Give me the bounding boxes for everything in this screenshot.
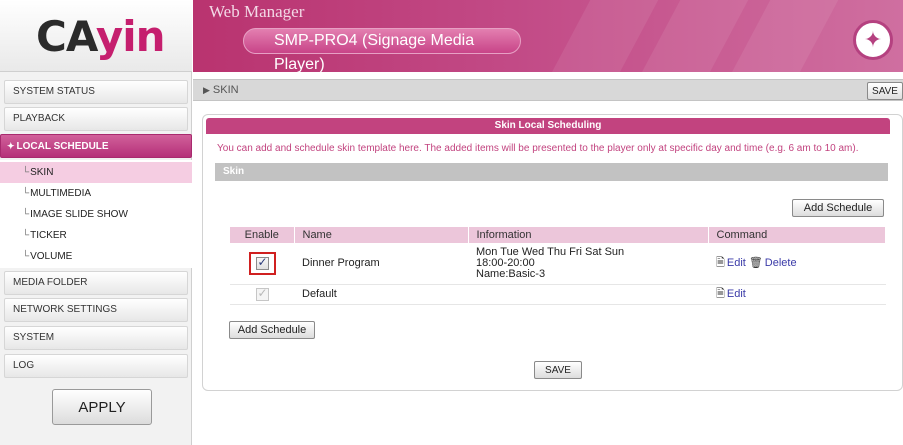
sidebar-item-label: MEDIA FOLDER: [13, 277, 88, 288]
add-schedule-button-top[interactable]: Add Schedule: [792, 199, 884, 217]
sidebar-subitem-skin[interactable]: └SKIN: [0, 162, 192, 183]
sidebar-subitem-ticker[interactable]: └TICKER: [0, 225, 192, 246]
sidebar-item-local-schedule[interactable]: ✦ LOCAL SCHEDULE: [0, 134, 192, 158]
sidebar-subitem-label: IMAGE SLIDE SHOW: [30, 209, 128, 220]
trash-icon: 🗑: [748, 256, 763, 269]
edit-icon: 🗎: [716, 256, 725, 269]
command-cell: 🗎 Edit: [708, 284, 886, 305]
sidebar-item-label: SYSTEM STATUS: [13, 86, 95, 97]
panel-title: Skin Local Scheduling: [206, 118, 890, 134]
sidebar-item-network-settings[interactable]: NETWORK SETTINGS: [4, 298, 188, 322]
check-icon: ✓: [257, 254, 268, 269]
sidebar-item-label: LOG: [13, 360, 35, 371]
product-name: SMP-PRO4 (Signage Media Player): [243, 28, 521, 72]
panel-description: You can add and schedule skin template h…: [217, 143, 859, 154]
enable-cell: ✓: [230, 284, 294, 305]
command-cell: 🗎 Edit 🗑 Delete: [708, 243, 886, 285]
sidebar-item-system[interactable]: SYSTEM: [4, 326, 188, 350]
tree-branch-icon: └: [22, 209, 30, 220]
enable-checkbox[interactable]: ✓: [255, 254, 269, 270]
table-row: ✓ Dinner Program Mon Tue Wed Thu Fri Sat…: [230, 243, 886, 285]
logo-text-accent: yin: [95, 12, 166, 61]
sidebar-item-log[interactable]: LOG: [4, 354, 188, 378]
sidebar-item-system-status[interactable]: SYSTEM STATUS: [4, 80, 188, 104]
star-icon: ✦: [7, 141, 15, 151]
app-window: CAyin SYSTEM STATUS PLAYBACK ✦ LOCAL SCHE…: [0, 0, 903, 445]
edit-link[interactable]: Edit: [727, 288, 746, 300]
column-header-information: Information: [468, 227, 709, 243]
logo-text-start: CA: [36, 12, 97, 61]
sidebar-item-media-folder[interactable]: MEDIA FOLDER: [4, 271, 188, 295]
enable-cell: ✓: [230, 243, 294, 285]
table-header-row: Enable Name Information Command: [230, 227, 886, 243]
breadcrumb-label: SKIN: [212, 84, 239, 96]
delete-link[interactable]: Delete: [765, 257, 797, 269]
column-header-enable: Enable: [230, 227, 295, 243]
sidebar-item-label: PLAYBACK: [13, 113, 66, 124]
schedule-information: [468, 284, 708, 305]
sidebar-subitem-label: TICKER: [30, 230, 67, 241]
sidebar-subitem-label: VOLUME: [30, 251, 73, 262]
check-icon: ✓: [257, 285, 268, 300]
header-title: Web Manager: [209, 2, 305, 21]
edit-link[interactable]: Edit: [727, 257, 746, 269]
save-button-top[interactable]: SAVE: [867, 82, 903, 100]
sidebar: CAyin SYSTEM STATUS PLAYBACK ✦ LOCAL SCHE…: [0, 0, 192, 445]
add-schedule-button-bottom[interactable]: Add Schedule: [229, 321, 315, 339]
sidebar-item-label: NETWORK SETTINGS: [13, 304, 117, 315]
schedule-information: Mon Tue Wed Thu Fri Sat Sun 18:00-20:00 …: [468, 243, 708, 285]
highlight-box: ✓: [248, 251, 276, 275]
column-header-name: Name: [294, 227, 469, 243]
skin-scheduling-panel: Skin Local Scheduling You can add and sc…: [202, 114, 903, 391]
info-skin-name: Name:Basic-3: [476, 267, 546, 280]
sidebar-subitem-multimedia[interactable]: └MULTIMEDIA: [0, 183, 192, 204]
edit-icon: 🗎: [716, 287, 725, 300]
logo-wordmark: CAyin: [36, 12, 166, 62]
sidebar-item-label: LOCAL SCHEDULE: [16, 141, 109, 152]
apply-button[interactable]: APPLY: [52, 389, 152, 425]
header-decoration: [543, 0, 663, 72]
sidebar-item-playback[interactable]: PLAYBACK: [4, 107, 188, 131]
sidebar-subitem-label: SKIN: [30, 167, 54, 178]
tree-branch-icon: └: [22, 188, 30, 199]
sidebar-item-label: SYSTEM: [13, 332, 55, 343]
tree-branch-icon: └: [22, 230, 30, 241]
sidebar-subitem-image-slide-show[interactable]: └IMAGE SLIDE SHOW: [0, 204, 192, 225]
section-header-skin: Skin: [215, 163, 888, 181]
logo: CAyin: [0, 0, 192, 72]
schedule-name: Default: [294, 284, 468, 305]
play-arrow-icon: ▶: [203, 85, 210, 95]
sidebar-submenu: └SKIN └MULTIMEDIA └IMAGE SLIDE SHOW └TIC…: [0, 160, 192, 268]
breadcrumb: ▶ SKIN SAVE: [193, 79, 903, 101]
column-header-command: Command: [708, 227, 886, 243]
header-banner: Web Manager SMP-PRO4 (Signage Media Play…: [193, 0, 903, 72]
table-row: ✓ Default 🗎 Edit: [230, 284, 886, 305]
enable-checkbox-disabled: ✓: [255, 285, 269, 301]
tree-branch-icon: └: [22, 167, 30, 178]
schedule-name: Dinner Program: [294, 243, 468, 285]
wand-icon: ✦: [853, 20, 893, 60]
schedule-table: Enable Name Information Command ✓ Dinner…: [230, 227, 886, 305]
sidebar-subitem-label: MULTIMEDIA: [30, 188, 92, 199]
tree-branch-icon: └: [22, 251, 30, 262]
save-button[interactable]: SAVE: [534, 361, 582, 379]
sidebar-subitem-volume[interactable]: └VOLUME: [0, 246, 192, 267]
